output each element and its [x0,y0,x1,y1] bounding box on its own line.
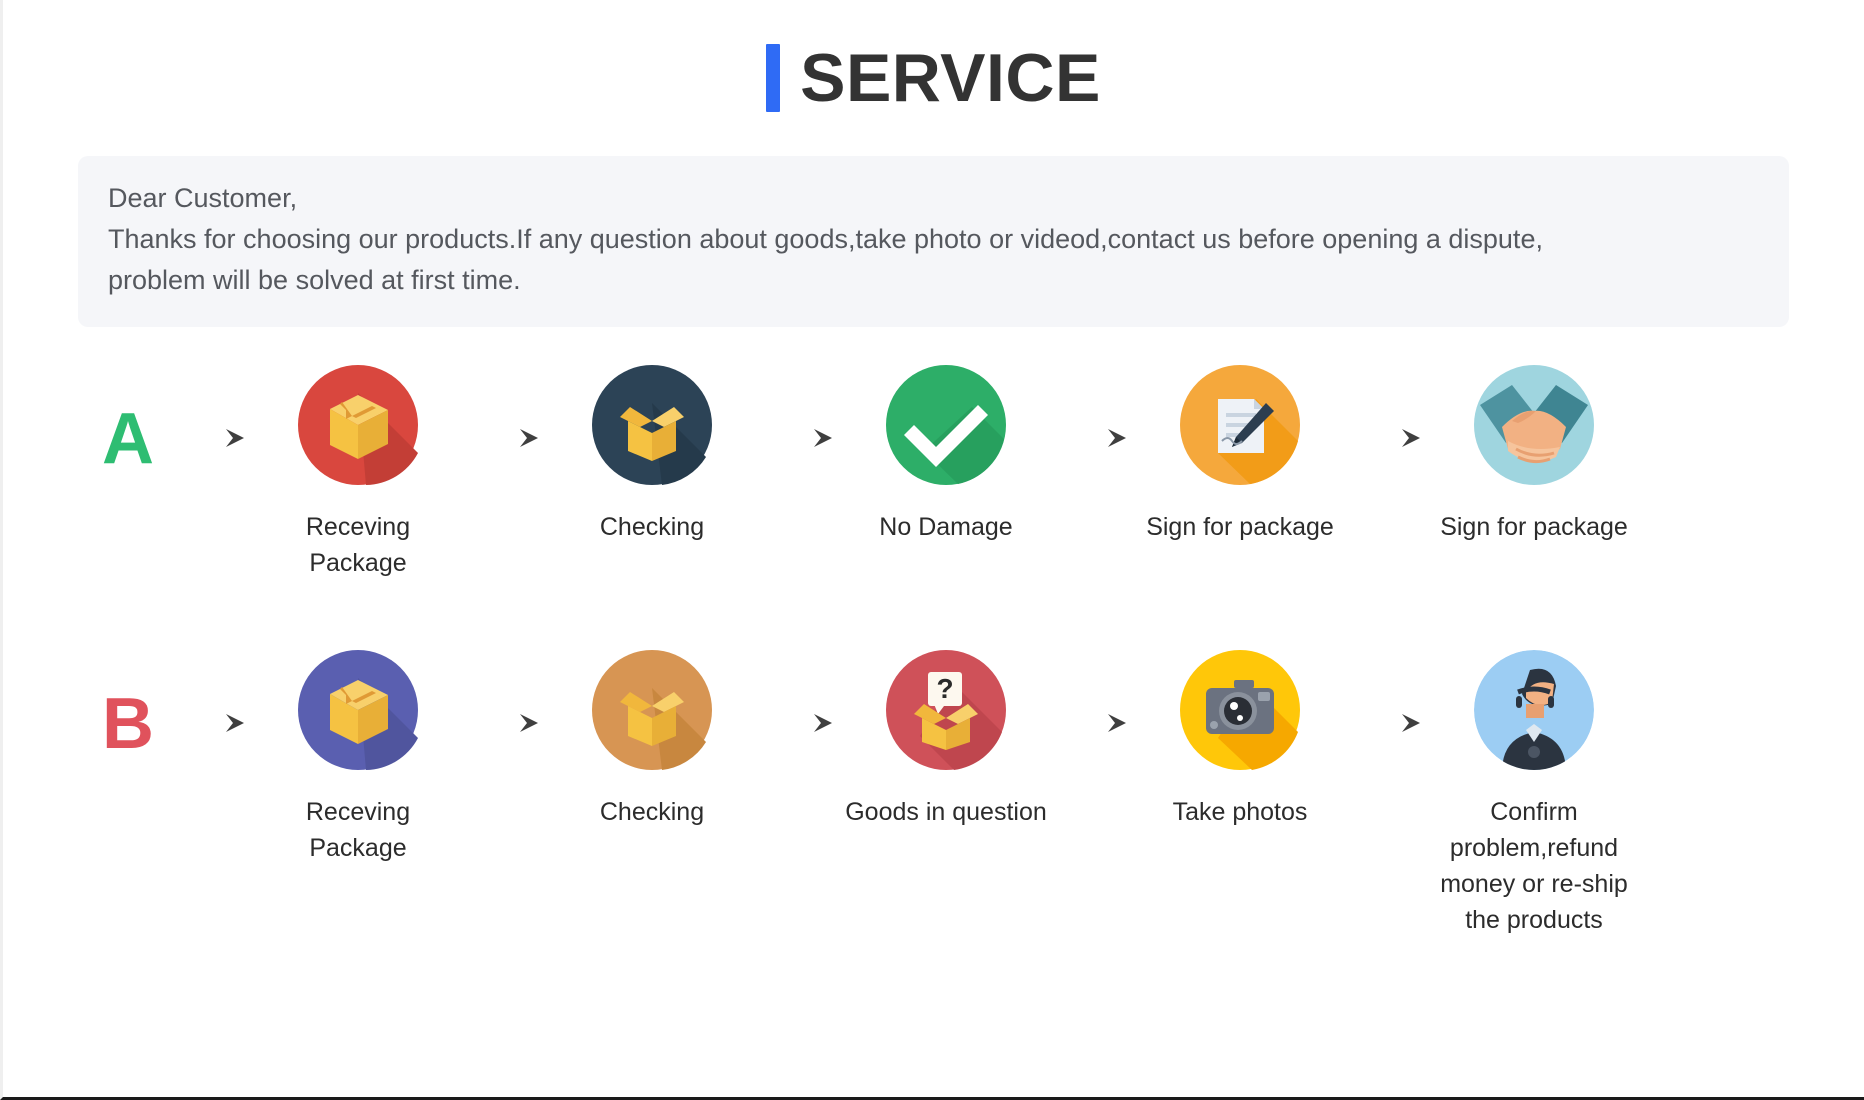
arrow-right-icon [1344,710,1430,736]
page-title: SERVICE [3,0,1864,112]
step-label: Goods in question [845,797,1047,826]
service-page: SERVICE Dear Customer, Thanks for choosi… [0,0,1864,1100]
arrow-right-icon [1050,710,1136,736]
step-label: Checking [599,797,705,826]
arrow-right-icon [168,710,254,736]
step-label: Sign for package [1146,513,1334,542]
step-b-1: Receving Package [254,648,462,867]
support-agent-icon [1472,648,1596,772]
arrow-right-icon [756,425,842,451]
notice-line-2: Thanks for choosing our products.If any … [108,224,1543,255]
arrow-right-icon [756,710,842,736]
flow-row-a: A Receving Package Checking No Damage Si… [3,363,1864,582]
arrow-right-icon [1344,425,1430,451]
arrow-right-icon [168,425,254,451]
check-mark-icon [884,363,1008,487]
package-box-icon [296,648,420,772]
camera-icon [1178,648,1302,772]
step-label: Receving Package [305,513,411,578]
step-b-4: Take photos [1136,648,1344,830]
notice-line-3: problem will be solved at first time. [108,265,521,296]
step-label: No Damage [879,513,1013,542]
step-label: Confirm problem,refund money or re-ship … [1440,797,1628,935]
step-b-3: ? Goods in question [842,648,1050,830]
step-a-3: No Damage [842,363,1050,545]
step-label: Take photos [1172,797,1308,826]
step-label: Sign for package [1440,513,1628,542]
step-a-4: Sign for package [1136,363,1344,545]
sign-document-icon [1178,363,1302,487]
arrow-right-icon [462,425,548,451]
notice-line-1: Dear Customer, [108,183,298,213]
step-b-2: Checking [548,648,756,830]
step-a-2: Checking [548,363,756,545]
package-box-icon [296,363,420,487]
step-label: Receving Package [305,797,411,862]
step-a-1: Receving Package [254,363,462,582]
flow-badge-b: B [102,683,154,764]
svg-text:?: ? [936,673,953,704]
step-label: Checking [599,513,705,542]
arrow-right-icon [462,710,548,736]
title-accent-bar [766,44,781,112]
open-box-icon [590,363,714,487]
arrow-right-icon [1050,425,1136,451]
flow-badge-a: A [102,399,154,480]
step-a-5: Sign for package [1430,363,1638,545]
question-box-icon: ? [884,648,1008,772]
customer-notice-box: Dear Customer, Thanks for choosing our p… [78,156,1789,328]
step-b-5: Confirm problem,refund money or re-ship … [1430,648,1638,939]
flow-row-b: B Receving Package Checking ? Goods in q… [3,648,1864,939]
handshake-icon [1472,363,1596,487]
open-box-icon [590,648,714,772]
page-title-text: SERVICE [800,40,1101,116]
